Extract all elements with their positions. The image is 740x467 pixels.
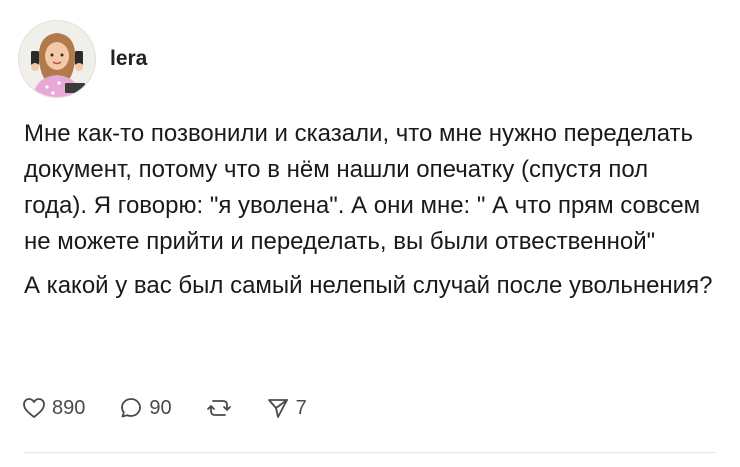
avatar[interactable] [18,20,96,98]
repost-icon [206,396,232,420]
divider [24,452,716,453]
send-icon [266,396,290,420]
repost-button[interactable] [206,396,232,420]
share-count: 7 [295,396,307,419]
comment-bubble-icon [119,396,143,420]
comment-button[interactable]: 90 [119,396,172,420]
author-name[interactable]: lera [110,47,147,71]
post-card: lera Мне как-то позвонили и сказали, что… [0,0,740,467]
post-paragraph: А какой у вас был самый нелепый случай п… [24,272,713,299]
like-button[interactable]: 890 [22,397,85,420]
post-paragraph: Мне как-то позвонили и сказали, что мне … [24,120,701,255]
like-count: 890 [52,396,86,419]
avatar-illustration [19,21,95,97]
post-header: lera [18,20,147,98]
post-body: Мне как-то позвонили и сказали, что мне … [24,116,714,304]
share-button[interactable]: 7 [266,396,307,420]
comment-count: 90 [149,396,172,419]
heart-icon [22,397,46,419]
action-bar: 890 90 7 [22,396,341,420]
